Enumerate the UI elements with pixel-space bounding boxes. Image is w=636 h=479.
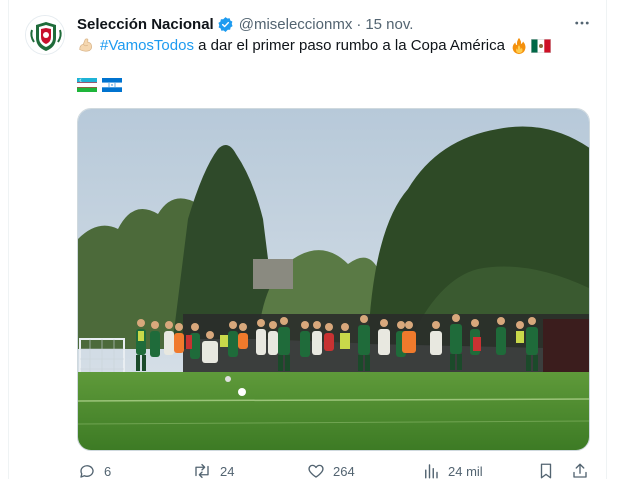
reply-button[interactable]: 6 [78, 462, 111, 479]
training-session-photo [78, 109, 589, 450]
verified-badge-icon[interactable] [217, 16, 234, 33]
seleccion-crest-icon [26, 16, 64, 54]
like-count: 264 [333, 463, 355, 479]
tweet-date[interactable]: 15 nov. [365, 16, 413, 33]
like-button[interactable]: 264 [307, 462, 355, 479]
field [78, 372, 589, 450]
author-name[interactable]: Selección Nacional [77, 16, 214, 33]
more-options-button[interactable] [570, 14, 594, 32]
repost-icon [195, 463, 209, 479]
views-chart-icon [425, 464, 438, 479]
soccer-ball [238, 388, 246, 396]
tweet-body-text: a dar el primer paso rumbo a la Copa Amé… [193, 37, 505, 54]
flags-line [77, 78, 122, 92]
more-dots-icon [575, 21, 589, 25]
hashtag-link[interactable]: #VamosTodos [100, 36, 194, 56]
tweet-actions-bar: 6 24 264 24 mil [0, 462, 636, 479]
honduras-flag-icon [102, 78, 122, 92]
views-button[interactable]: 24 mil [422, 462, 483, 479]
bookmark-icon [540, 463, 552, 479]
reply-icon [80, 465, 94, 478]
reply-count: 6 [104, 463, 112, 479]
share-icon [573, 463, 587, 478]
tweet-text: #VamosTodos a dar el primer paso rumbo a… [77, 36, 551, 56]
fire-icon [510, 37, 528, 55]
uzbekistan-flag-icon [77, 78, 97, 92]
author-handle[interactable]: @miseleccionmx [239, 16, 353, 33]
red-board [543, 319, 589, 374]
mexico-flag-icon [530, 39, 551, 53]
building [253, 259, 293, 289]
timeline-border-right [606, 0, 607, 479]
flexed-biceps-icon [77, 37, 95, 55]
share-button[interactable] [571, 462, 589, 479]
repost-count: 24 [220, 463, 235, 479]
separator-dot: · [356, 15, 362, 33]
views-count: 24 mil [448, 463, 483, 479]
heart-icon [308, 464, 324, 478]
avatar[interactable] [25, 15, 65, 55]
tweet-photo[interactable] [77, 108, 590, 451]
timeline-border-left [8, 0, 9, 479]
repost-button[interactable]: 24 [192, 462, 234, 479]
tweet-header: Selección Nacional @miseleccionmx · 15 n… [77, 14, 413, 34]
bookmark-button[interactable] [537, 462, 555, 479]
